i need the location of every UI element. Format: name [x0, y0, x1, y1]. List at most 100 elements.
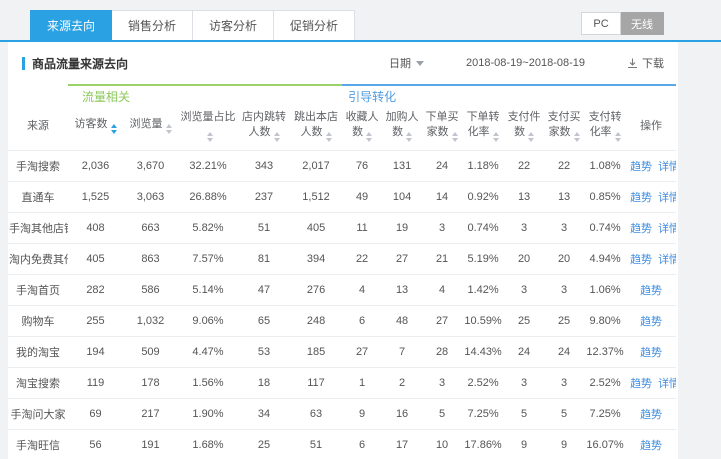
toggle-pc-button[interactable]: PC	[581, 12, 621, 35]
value-cell: 509	[123, 336, 178, 367]
column-header-8[interactable]: 下单买家数	[422, 107, 462, 150]
value-cell: 22	[342, 243, 382, 274]
source-cell: 我的淘宝	[8, 336, 68, 367]
column-header-label: 收藏人数	[346, 111, 379, 138]
value-cell: 32.21%	[178, 150, 238, 181]
detail-link[interactable]: 详情	[658, 192, 676, 204]
actions-cell: 趋势详情	[626, 367, 676, 398]
detail-link[interactable]: 详情	[658, 254, 676, 266]
sort-arrows-icon[interactable]	[493, 132, 499, 142]
value-cell: 14.43%	[462, 336, 504, 367]
column-header-label: 浏览量占比	[181, 111, 236, 123]
value-cell: 863	[123, 243, 178, 274]
source-cell: 淘内免费其他	[8, 243, 68, 274]
value-cell: 237	[238, 181, 290, 212]
trend-link[interactable]: 趋势	[640, 440, 662, 452]
value-cell: 0.74%	[584, 212, 626, 243]
table-row: 手淘其他店铺...4086635.82%51405111930.74%330.7…	[8, 212, 676, 243]
value-cell: 2,017	[290, 150, 342, 181]
value-cell: 5.19%	[462, 243, 504, 274]
sort-arrows-icon[interactable]	[615, 132, 621, 142]
trend-link[interactable]: 趋势	[640, 409, 662, 421]
detail-link[interactable]: 详情	[658, 161, 676, 173]
column-header-label: 加购人数	[386, 111, 419, 138]
sort-arrows-icon[interactable]	[166, 124, 172, 134]
date-range-value[interactable]: 2018-08-19~2018-08-19	[466, 57, 585, 69]
table-row: 购物车2551,0329.06%652486482710.59%25259.80…	[8, 305, 676, 336]
value-cell: 394	[290, 243, 342, 274]
value-cell: 5.82%	[178, 212, 238, 243]
value-cell: 51	[238, 212, 290, 243]
value-cell: 28	[422, 336, 462, 367]
value-cell: 51	[290, 429, 342, 459]
value-cell: 194	[68, 336, 123, 367]
column-header-12[interactable]: 支付转化率	[584, 107, 626, 150]
trend-link[interactable]: 趋势	[630, 192, 652, 204]
column-header-5[interactable]: 跳出本店人数	[290, 107, 342, 150]
sort-arrows-icon[interactable]	[406, 132, 412, 142]
column-header-10[interactable]: 支付件数	[504, 107, 544, 150]
value-cell: 586	[123, 274, 178, 305]
value-cell: 1,525	[68, 181, 123, 212]
actions-cell: 趋势	[626, 336, 676, 367]
column-header-3[interactable]: 浏览量占比	[178, 107, 238, 150]
actions-cell: 趋势	[626, 274, 676, 305]
sort-arrows-icon[interactable]	[207, 132, 213, 142]
column-header-6[interactable]: 收藏人数	[342, 107, 382, 150]
value-cell: 255	[68, 305, 123, 336]
table-row: 直通车1,5253,06326.88%2371,51249104140.92%1…	[8, 181, 676, 212]
trend-link[interactable]: 趋势	[630, 378, 652, 390]
download-button[interactable]: 下载	[627, 55, 664, 71]
column-header-2[interactable]: 浏览量	[123, 107, 178, 150]
value-cell: 6	[342, 305, 382, 336]
detail-link[interactable]: 详情	[658, 378, 676, 390]
table-group-header-row: 流量相关 引导转化	[8, 85, 676, 107]
value-cell: 282	[68, 274, 123, 305]
value-cell: 5	[422, 398, 462, 429]
source-cell: 淘宝搜索	[8, 367, 68, 398]
value-cell: 22	[544, 150, 584, 181]
sort-arrows-icon[interactable]	[452, 132, 458, 142]
column-header-4[interactable]: 店内跳转人数	[238, 107, 290, 150]
sort-arrows-icon[interactable]	[274, 132, 280, 142]
sort-arrows-icon[interactable]	[574, 132, 580, 142]
sort-arrows-icon[interactable]	[326, 132, 332, 142]
value-cell: 63	[290, 398, 342, 429]
tab-visitor-analysis[interactable]: 访客分析	[193, 10, 274, 40]
column-header-11[interactable]: 支付买家数	[544, 107, 584, 150]
value-cell: 76	[342, 150, 382, 181]
value-cell: 119	[68, 367, 123, 398]
value-cell: 25	[544, 305, 584, 336]
value-cell: 2.52%	[584, 367, 626, 398]
column-header-1[interactable]: 访客数	[68, 107, 123, 150]
sort-arrows-icon[interactable]	[366, 132, 372, 142]
value-cell: 663	[123, 212, 178, 243]
column-header-9[interactable]: 下单转化率	[462, 107, 504, 150]
value-cell: 22	[504, 150, 544, 181]
detail-link[interactable]: 详情	[658, 223, 676, 235]
download-label: 下载	[642, 55, 664, 71]
table-row: 手淘问大家692171.90%346391657.25%557.25%趋势	[8, 398, 676, 429]
date-dropdown[interactable]: 日期	[389, 55, 424, 71]
trend-link[interactable]: 趋势	[630, 161, 652, 173]
toolbar: 商品流量来源去向 日期 2018-08-19~2018-08-19 下载	[8, 42, 678, 84]
value-cell: 53	[238, 336, 290, 367]
column-header-0: 来源	[8, 107, 68, 150]
source-cell: 手淘问大家	[8, 398, 68, 429]
sort-arrows-icon[interactable]	[111, 124, 117, 134]
value-cell: 185	[290, 336, 342, 367]
trend-link[interactable]: 趋势	[640, 347, 662, 359]
tab-promotion-analysis[interactable]: 促销分析	[274, 10, 355, 40]
trend-link[interactable]: 趋势	[640, 316, 662, 328]
trend-link[interactable]: 趋势	[630, 254, 652, 266]
trend-link[interactable]: 趋势	[630, 223, 652, 235]
source-cell: 直通车	[8, 181, 68, 212]
column-header-7[interactable]: 加购人数	[382, 107, 422, 150]
toggle-wireless-button[interactable]: 无线	[621, 12, 664, 35]
trend-link[interactable]: 趋势	[640, 285, 662, 297]
tab-sales-analysis[interactable]: 销售分析	[112, 10, 193, 40]
date-dropdown-label: 日期	[389, 55, 411, 71]
value-cell: 1.42%	[462, 274, 504, 305]
tab-source-destination[interactable]: 来源去向	[30, 10, 112, 40]
sort-arrows-icon[interactable]	[528, 132, 534, 142]
